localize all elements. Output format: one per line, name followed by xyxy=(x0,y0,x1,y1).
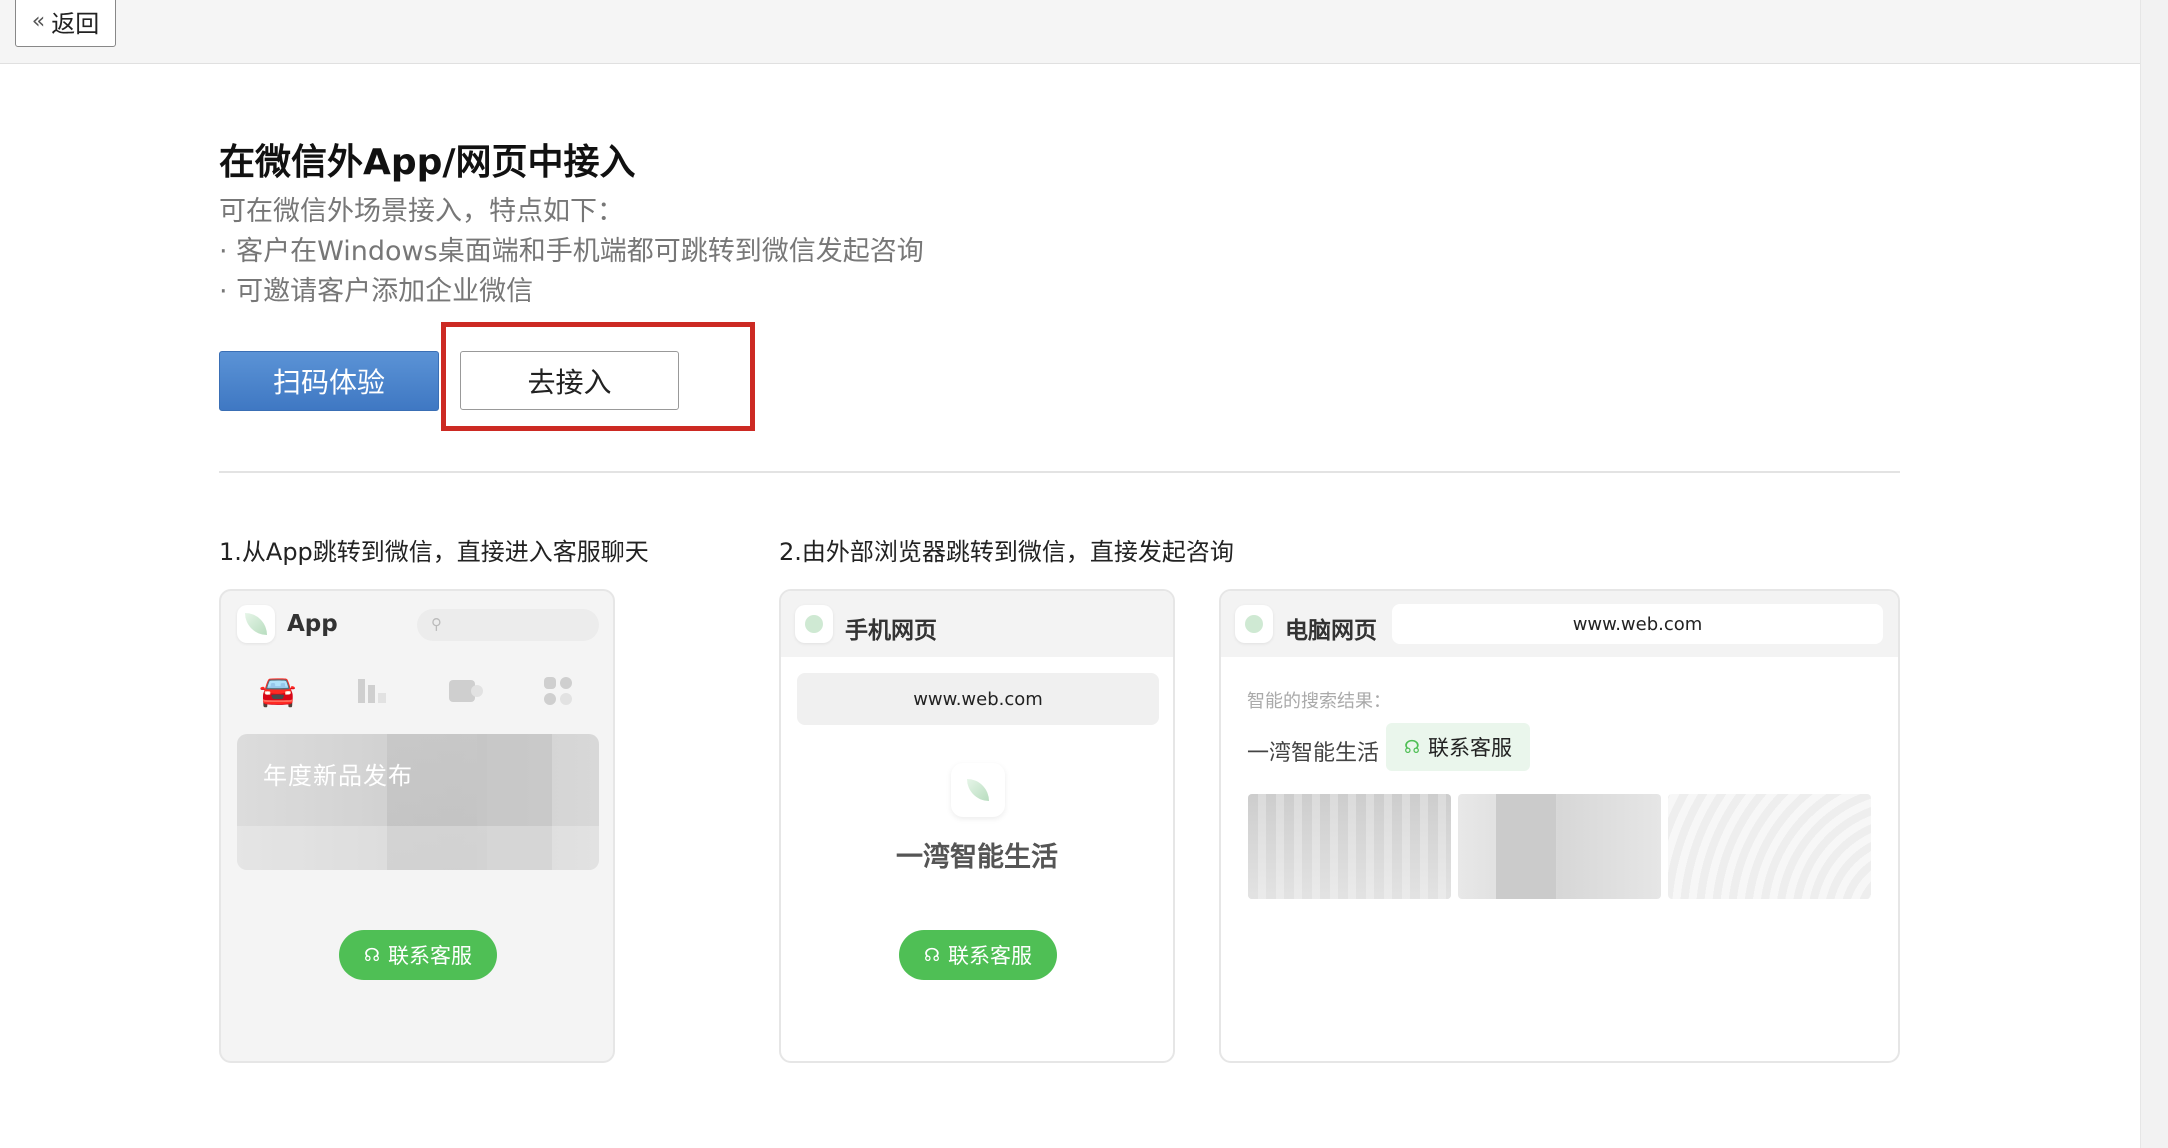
url-bar: www.web.com xyxy=(797,673,1159,725)
divider xyxy=(219,471,1900,473)
mobile-web-preview-card: 手机网页 www.web.com 一湾智能生活 ☊ 联系客服 xyxy=(779,589,1175,1063)
scrollbar[interactable] xyxy=(2140,0,2168,1148)
search-hint: 智能的搜索结果： xyxy=(1247,691,1391,712)
card-header: 手机网页 xyxy=(781,591,1173,657)
card-title: 手机网页 xyxy=(845,618,937,644)
section-label-app: 1.从App跳转到微信，直接进入客服聊天 xyxy=(219,538,649,566)
contact-service-label: 联系客服 xyxy=(388,944,472,968)
section-label-browser: 2.由外部浏览器跳转到微信，直接发起咨询 xyxy=(779,538,1234,566)
contact-service-tag[interactable]: ☊ 联系客服 xyxy=(1386,723,1530,771)
feature-description: 可在微信外场景接入，特点如下： · 客户在Windows桌面端和手机端都可跳转到… xyxy=(219,192,924,312)
search-bar: ⚲ xyxy=(417,609,599,641)
result-thumbnail xyxy=(1248,794,1451,899)
highlight-box xyxy=(441,322,755,431)
car-icon: 🚘 xyxy=(259,673,297,709)
bar-chart-icon xyxy=(351,673,395,709)
top-bar: « 返回 xyxy=(0,0,2140,64)
headset-icon: ☊ xyxy=(1404,736,1420,758)
site-logo-icon xyxy=(795,605,833,643)
brand-logo-icon xyxy=(951,763,1005,817)
app-logo-icon xyxy=(237,605,275,643)
page-title: 在微信外App/网页中接入 xyxy=(219,142,636,183)
banner-text: 年度新品发布 xyxy=(263,762,413,790)
back-button[interactable]: « 返回 xyxy=(15,0,116,47)
contact-service-button[interactable]: ☊ 联系客服 xyxy=(339,930,497,980)
double-chevron-left-icon: « xyxy=(31,9,46,34)
brand-name: 一湾智能生活 xyxy=(896,842,1058,873)
url-bar: www.web.com xyxy=(1392,604,1883,644)
scan-experience-button[interactable]: 扫码体验 xyxy=(219,351,439,411)
app-preview-card: App ⚲ 🚘 年度新品发布 ☊ 联系客服 xyxy=(219,589,615,1063)
card-title: 电脑网页 xyxy=(1285,618,1377,644)
video-icon xyxy=(444,673,488,709)
search-icon: ⚲ xyxy=(431,615,442,633)
promo-banner: 年度新品发布 xyxy=(237,734,599,870)
result-name: 一湾智能生活 xyxy=(1247,741,1380,766)
contact-service-button[interactable]: ☊ 联系客服 xyxy=(899,930,1057,980)
result-thumbnail xyxy=(1458,794,1661,899)
site-logo-icon xyxy=(1235,605,1273,643)
headset-icon: ☊ xyxy=(924,944,940,966)
contact-service-label: 联系客服 xyxy=(1428,736,1512,760)
headset-icon: ☊ xyxy=(364,944,380,966)
intro-text: 可在微信外场景接入，特点如下： xyxy=(219,196,624,227)
card-header: 电脑网页 www.web.com xyxy=(1221,591,1898,657)
feature-bullet: · 客户在Windows桌面端和手机端都可跳转到微信发起咨询 xyxy=(219,236,924,267)
back-button-label: 返回 xyxy=(51,10,100,38)
contact-service-label: 联系客服 xyxy=(948,944,1032,968)
result-thumbnail xyxy=(1668,794,1871,899)
pc-web-preview-card: 电脑网页 www.web.com 智能的搜索结果： 一湾智能生活 ☊ 联系客服 xyxy=(1219,589,1900,1063)
apps-icon xyxy=(536,673,580,709)
feature-bullet: · 可邀请客户添加企业微信 xyxy=(219,276,534,307)
app-title: App xyxy=(287,611,338,637)
